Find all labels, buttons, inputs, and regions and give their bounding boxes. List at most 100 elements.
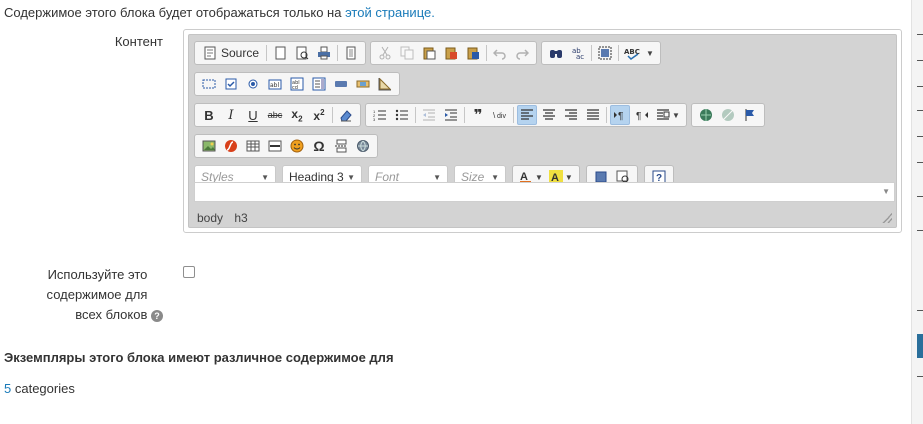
hidden-field-icon xyxy=(378,77,392,91)
content-label: Контент xyxy=(114,34,163,49)
paste-text-button[interactable] xyxy=(441,43,461,63)
page-break-icon xyxy=(335,139,347,153)
unlink-icon xyxy=(721,109,734,121)
image-button[interactable] xyxy=(199,136,219,156)
separator xyxy=(606,107,607,123)
separator xyxy=(618,45,620,61)
table-button[interactable] xyxy=(243,136,263,156)
form-button[interactable] xyxy=(199,74,219,94)
text-color-button[interactable]: A ▼ xyxy=(517,167,545,182)
editor-content-area[interactable]: ▼ xyxy=(194,182,895,202)
scroll-down-icon[interactable]: ▼ xyxy=(882,187,890,196)
rtl-button[interactable]: ¶ xyxy=(632,105,652,125)
unlink-button[interactable] xyxy=(718,105,738,125)
show-blocks-button[interactable] xyxy=(613,167,633,182)
image-button-button[interactable] xyxy=(353,74,373,94)
horizontal-rule-button[interactable] xyxy=(265,136,285,156)
styles-combo[interactable]: Styles ▼ xyxy=(194,165,276,182)
question-icon[interactable]: ? xyxy=(151,309,163,322)
div-container-button[interactable]: \ div xyxy=(490,105,510,125)
path-item-h3[interactable]: h3 xyxy=(234,211,247,225)
select-button[interactable] xyxy=(309,74,329,94)
cut-button[interactable] xyxy=(375,43,395,63)
about-button[interactable]: ? xyxy=(649,167,669,182)
outdent-button[interactable] xyxy=(419,105,439,125)
resize-handle[interactable] xyxy=(882,213,892,223)
path-item-body[interactable]: body xyxy=(197,211,223,225)
redo-icon xyxy=(516,49,530,60)
special-char-button[interactable]: Ω xyxy=(309,136,329,156)
find-button[interactable] xyxy=(546,43,566,63)
templates-button[interactable] xyxy=(341,43,361,63)
replace-button[interactable]: ab ac xyxy=(568,43,588,63)
redo-button[interactable] xyxy=(512,43,532,63)
new-page-button[interactable] xyxy=(270,43,290,63)
textfield-button[interactable]: abl xyxy=(265,74,285,94)
underline-button[interactable]: U xyxy=(243,105,263,125)
svg-text:A: A xyxy=(551,172,559,182)
div-icon: \ div xyxy=(493,111,506,120)
bulleted-list-icon xyxy=(395,109,408,121)
indent-button[interactable] xyxy=(441,105,461,125)
chevron-down-icon: ▼ xyxy=(672,110,680,120)
align-right-icon xyxy=(565,109,577,120)
anchor-button[interactable] xyxy=(740,105,760,125)
italic-button[interactable]: I xyxy=(221,105,241,125)
link-button[interactable] xyxy=(696,105,716,125)
undo-button[interactable] xyxy=(490,43,510,63)
toolbar-group-colors: A ▼ A ▼ xyxy=(512,165,580,182)
align-right-button[interactable] xyxy=(561,105,581,125)
font-combo[interactable]: Font ▼ xyxy=(368,165,448,182)
form-button-button[interactable] xyxy=(331,74,351,94)
radio-button[interactable] xyxy=(243,74,263,94)
bold-button[interactable]: B xyxy=(199,105,219,125)
textarea-button[interactable]: abl cd xyxy=(287,74,307,94)
format-combo[interactable]: Heading 3 ▼ xyxy=(282,165,362,182)
flash-button[interactable] xyxy=(221,136,241,156)
blockquote-button[interactable]: ❞ xyxy=(468,105,488,125)
smiley-button[interactable] xyxy=(287,136,307,156)
this-page-link[interactable]: этой странице. xyxy=(345,5,435,20)
preview-button[interactable] xyxy=(292,43,312,63)
superscript-button[interactable]: x2 xyxy=(309,105,329,125)
separator xyxy=(464,107,465,123)
toolbar-group-links xyxy=(690,103,765,127)
strip-mark xyxy=(917,110,923,111)
bg-color-button[interactable]: A ▼ xyxy=(547,167,575,182)
align-center-icon xyxy=(543,109,555,120)
align-center-button[interactable] xyxy=(539,105,559,125)
hidden-field-button[interactable] xyxy=(375,74,395,94)
editor-chrome: Source ab ac ABC ▼ abl abl cd B I U abc … xyxy=(188,34,897,228)
ltr-button[interactable]: ¶ xyxy=(610,105,630,125)
toolbar-group-clipboard xyxy=(370,41,538,65)
checkbox-button[interactable] xyxy=(221,74,241,94)
separator xyxy=(337,45,339,61)
select-all-button[interactable] xyxy=(595,43,615,63)
remove-format-button[interactable] xyxy=(336,105,356,125)
spellcheck-button[interactable]: ABC ▼ xyxy=(622,43,656,63)
iframe-button[interactable] xyxy=(353,136,373,156)
language-icon xyxy=(657,109,670,120)
subscript-button[interactable]: x2 xyxy=(287,105,307,125)
language-button[interactable]: ▼ xyxy=(654,105,682,125)
paste-word-button[interactable] xyxy=(463,43,483,63)
svg-text:abl: abl xyxy=(270,82,279,89)
align-left-button[interactable] xyxy=(517,105,537,125)
size-combo[interactable]: Size ▼ xyxy=(454,165,506,182)
use-for-all-checkbox[interactable] xyxy=(183,266,195,278)
categories-count-link[interactable]: 5 xyxy=(4,381,11,396)
strike-button[interactable]: abc xyxy=(265,105,285,125)
maximize-button[interactable] xyxy=(591,167,611,182)
copy-button[interactable] xyxy=(397,43,417,63)
paste-button[interactable] xyxy=(419,43,439,63)
checkbox-icon xyxy=(225,78,237,90)
subscript-icon: x2 xyxy=(291,106,303,124)
numbered-list-button[interactable]: 123 xyxy=(370,105,390,125)
bulleted-list-button[interactable] xyxy=(392,105,412,125)
source-button[interactable]: Source xyxy=(199,43,263,63)
page-break-button[interactable] xyxy=(331,136,351,156)
maximize-icon xyxy=(595,171,607,182)
print-button[interactable] xyxy=(314,43,334,63)
justify-button[interactable] xyxy=(583,105,603,125)
strip-mark xyxy=(917,310,923,311)
